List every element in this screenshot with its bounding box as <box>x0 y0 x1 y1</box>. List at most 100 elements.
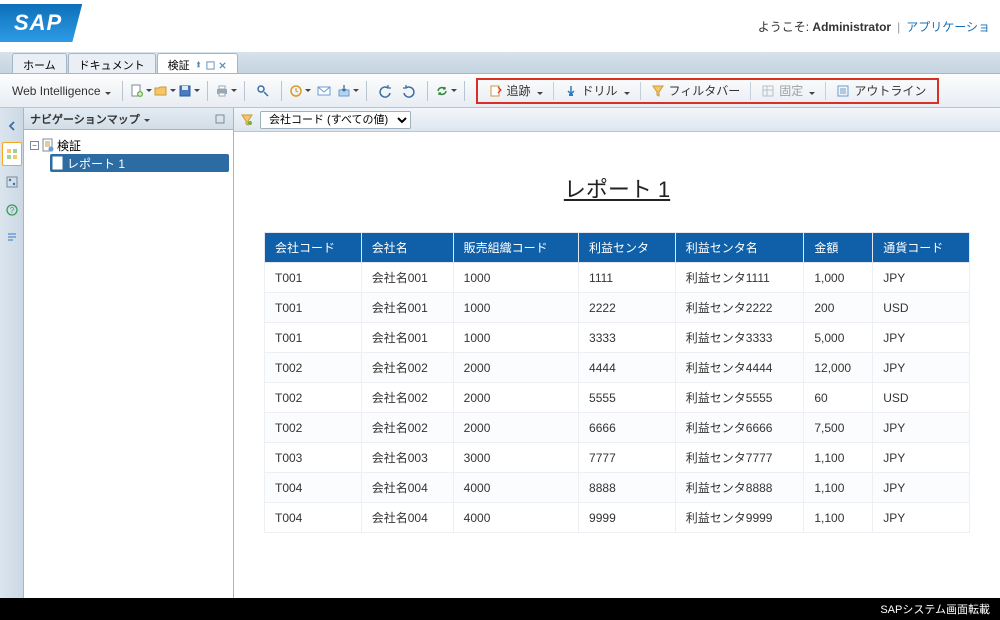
table-cell: 60 <box>804 383 873 413</box>
toolbar-separator <box>244 81 245 101</box>
tab-document-label: 検証 <box>168 57 190 73</box>
left-icon-rail: ? <box>0 108 24 598</box>
pin-icon[interactable] <box>194 61 203 70</box>
structure-rail-button[interactable] <box>2 226 22 250</box>
table-header-cell: 利益センタ名 <box>675 233 804 263</box>
freeze-icon <box>761 84 775 98</box>
report-table: 会社コード会社名販売組織コード利益センタ利益センタ名金額通貨コード T001会社… <box>264 232 970 533</box>
track-changes-button[interactable]: 追跡 <box>482 80 550 102</box>
tree-root-label: 検証 <box>57 137 81 154</box>
table-cell: T001 <box>265 323 362 353</box>
table-row[interactable]: T004会社名00440008888利益センタ88881,100JPY <box>265 473 970 503</box>
history-button[interactable] <box>289 80 311 102</box>
nav-map-rail-button[interactable] <box>2 142 22 166</box>
table-cell: 利益センタ7777 <box>675 443 804 473</box>
table-row[interactable]: T002会社名00220004444利益センタ444412,000JPY <box>265 353 970 383</box>
nav-panel-action-icon[interactable] <box>213 112 227 126</box>
table-row[interactable]: T003会社名00330007777利益センタ77771,100JPY <box>265 443 970 473</box>
svg-text:?: ? <box>9 206 14 215</box>
mail-button[interactable] <box>313 80 335 102</box>
web-intelligence-menu[interactable]: Web Intelligence <box>8 84 115 98</box>
table-cell: 会社名003 <box>361 443 453 473</box>
tree-collapse-toggle[interactable]: − <box>30 141 39 150</box>
export-button[interactable] <box>337 80 359 102</box>
table-row[interactable]: T001会社名00110003333利益センタ33335,000JPY <box>265 323 970 353</box>
nav-panel-header: ナビゲーションマップ <box>24 108 233 130</box>
table-row[interactable]: T002会社名00220005555利益センタ555560USD <box>265 383 970 413</box>
tab-home[interactable]: ホーム <box>12 53 67 73</box>
freeze-label: 固定 <box>779 82 803 99</box>
table-row[interactable]: T001会社名00110001111利益センタ11111,000JPY <box>265 263 970 293</box>
save-button[interactable] <box>178 80 200 102</box>
help-rail-button[interactable]: ? <box>2 198 22 222</box>
tree-report-row[interactable]: レポート 1 <box>50 154 229 172</box>
table-cell: JPY <box>873 263 970 293</box>
table-cell: 4444 <box>579 353 676 383</box>
application-link[interactable]: アプリケーショ <box>906 20 990 34</box>
toolbar-separator <box>207 81 208 101</box>
table-cell: 会社名001 <box>361 293 453 323</box>
open-button[interactable] <box>154 80 176 102</box>
table-row[interactable]: T002会社名00220006666利益センタ66667,500JPY <box>265 413 970 443</box>
report-page-icon <box>52 156 64 170</box>
table-cell: JPY <box>873 443 970 473</box>
refresh-icon <box>435 84 449 98</box>
freeze-button[interactable]: 固定 <box>754 80 822 102</box>
print-button[interactable] <box>215 80 237 102</box>
table-cell: 200 <box>804 293 873 323</box>
table-cell: 12,000 <box>804 353 873 383</box>
drill-button[interactable]: ドリル <box>557 80 637 102</box>
document-icon <box>42 138 54 152</box>
chevron-down-icon <box>535 84 543 98</box>
table-row[interactable]: T004会社名00440009999利益センタ99991,100JPY <box>265 503 970 533</box>
table-cell: 5555 <box>579 383 676 413</box>
input-controls-rail-button[interactable] <box>2 170 22 194</box>
chevron-down-icon[interactable] <box>144 113 150 125</box>
filter-icon <box>651 84 665 98</box>
table-header-cell: 通貨コード <box>873 233 970 263</box>
outline-label: アウトライン <box>854 82 926 99</box>
tree-root-row[interactable]: − 検証 <box>28 136 229 154</box>
table-header-cell: 会社コード <box>265 233 362 263</box>
redo-button[interactable] <box>398 80 420 102</box>
prompt-icon[interactable] <box>240 113 254 127</box>
close-icon[interactable] <box>218 61 227 70</box>
welcome-text: ようこそ: Administrator|アプリケーショ <box>758 18 1000 35</box>
track-changes-icon <box>489 84 503 98</box>
table-cell: 3000 <box>453 443 578 473</box>
save-icon <box>178 84 192 98</box>
table-cell: 4000 <box>453 503 578 533</box>
refresh-button[interactable] <box>435 80 457 102</box>
welcome-prefix: ようこそ: <box>758 20 813 34</box>
undo-button[interactable] <box>374 80 396 102</box>
table-cell: 会社名002 <box>361 383 453 413</box>
redo-icon <box>402 84 416 98</box>
drill-label: ドリル <box>582 82 618 99</box>
report-title: レポート 1 <box>264 172 970 204</box>
wi-label-text: Web Intelligence <box>12 84 101 98</box>
collapse-panel-button[interactable] <box>2 114 22 138</box>
table-header-cell: 金額 <box>804 233 873 263</box>
table-cell: 会社名004 <box>361 503 453 533</box>
popup-icon[interactable] <box>206 61 215 70</box>
filter-bar-button[interactable]: フィルタバー <box>644 80 748 102</box>
table-cell: 9999 <box>579 503 676 533</box>
tab-active-document[interactable]: 検証 <box>157 53 238 73</box>
outline-button[interactable]: アウトライン <box>829 80 933 102</box>
report-canvas[interactable]: レポート 1 会社コード会社名販売組織コード利益センタ利益センタ名金額通貨コード… <box>234 132 1000 598</box>
export-icon <box>337 84 351 98</box>
table-row[interactable]: T001会社名00110002222利益センタ2222200USD <box>265 293 970 323</box>
find-icon <box>256 84 270 98</box>
nav-tree: − 検証 レポート 1 <box>24 130 233 598</box>
table-cell: 1000 <box>453 323 578 353</box>
find-button[interactable] <box>252 80 274 102</box>
table-cell: JPY <box>873 473 970 503</box>
table-cell: 会社名001 <box>361 263 453 293</box>
table-cell: 2000 <box>453 353 578 383</box>
tab-documents[interactable]: ドキュメント <box>68 53 156 73</box>
page-new-icon <box>130 84 144 98</box>
new-document-button[interactable] <box>130 80 152 102</box>
table-cell: T002 <box>265 413 362 443</box>
mail-icon <box>317 84 331 98</box>
company-code-filter-select[interactable]: 会社コード (すべての値) <box>260 111 411 129</box>
